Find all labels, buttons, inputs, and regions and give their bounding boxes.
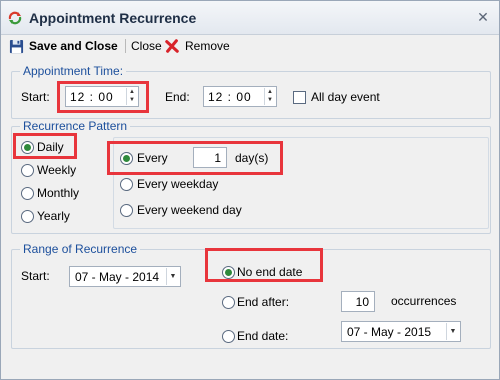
yearly-label: Yearly xyxy=(37,209,70,223)
toolbar-separator xyxy=(125,39,126,53)
all-day-event-checkbox[interactable] xyxy=(293,91,306,104)
appointment-recurrence-icon xyxy=(8,11,22,25)
end-time-spinner[interactable]: 12 : 00 ▲ ▼ xyxy=(203,86,277,107)
end-after-occurrences-input[interactable]: 10 xyxy=(341,291,375,312)
end-after-radio[interactable] xyxy=(222,296,235,309)
end-date-picker[interactable]: 07 - May - 2015 ▼ xyxy=(341,321,461,342)
all-day-event-label: All day event xyxy=(311,90,380,104)
monthly-label: Monthly xyxy=(37,186,80,200)
range-start-label: Start: xyxy=(21,269,50,283)
chevron-down-icon[interactable]: ▼ xyxy=(166,268,179,285)
spin-up-icon[interactable]: ▲ xyxy=(265,88,275,96)
every-weekday-label: Every weekday xyxy=(137,177,219,191)
daily-option-highlight xyxy=(13,133,77,159)
range-start-date-value: 07 - May - 2014 xyxy=(75,270,160,284)
close-button[interactable]: Close xyxy=(131,36,162,56)
end-time-label: End: xyxy=(165,90,190,104)
start-time-highlight xyxy=(57,81,149,113)
spin-down-icon[interactable]: ▼ xyxy=(265,96,275,104)
appointment-time-legend: Appointment Time: xyxy=(20,64,127,78)
every-weekday-radio[interactable] xyxy=(120,178,133,191)
end-date-radio[interactable] xyxy=(222,330,235,343)
end-time-arrows[interactable]: ▲ ▼ xyxy=(264,88,275,105)
range-of-recurrence-legend: Range of Recurrence xyxy=(20,242,141,256)
every-n-days-highlight xyxy=(107,141,283,175)
every-weekend-day-label: Every weekend day xyxy=(137,203,242,217)
recurrence-pattern-legend: Recurrence Pattern xyxy=(20,119,131,133)
start-time-label: Start: xyxy=(21,90,50,104)
range-start-date-picker[interactable]: 07 - May - 2014 ▼ xyxy=(69,266,181,287)
floppy-disk-icon xyxy=(9,39,24,54)
chevron-down-icon[interactable]: ▼ xyxy=(446,323,459,340)
remove-label: Remove xyxy=(185,39,230,53)
no-end-date-highlight xyxy=(205,248,323,282)
end-after-occurrences-value: 10 xyxy=(355,295,369,309)
weekly-radio[interactable] xyxy=(21,164,34,177)
toolbar: Save and Close Close Remove xyxy=(1,35,499,57)
end-after-label: End after: xyxy=(237,295,290,309)
end-time-value: 12 : 00 xyxy=(208,90,252,104)
end-date-label: End date: xyxy=(237,329,289,343)
appointment-recurrence-dialog: Appointment Recurrence ✕ Save and Close … xyxy=(0,0,500,380)
title-bar: Appointment Recurrence ✕ xyxy=(1,1,499,35)
monthly-radio[interactable] xyxy=(21,187,34,200)
weekly-label: Weekly xyxy=(37,163,77,177)
occurrences-label: occurrences xyxy=(391,294,457,308)
red-x-icon xyxy=(165,39,179,53)
end-date-value: 07 - May - 2015 xyxy=(347,325,432,339)
yearly-radio[interactable] xyxy=(21,210,34,223)
every-weekend-day-radio[interactable] xyxy=(120,204,133,217)
window-title: Appointment Recurrence xyxy=(29,10,197,26)
save-and-close-label: Save and Close xyxy=(29,39,118,53)
close-window-icon[interactable]: ✕ xyxy=(475,9,491,25)
